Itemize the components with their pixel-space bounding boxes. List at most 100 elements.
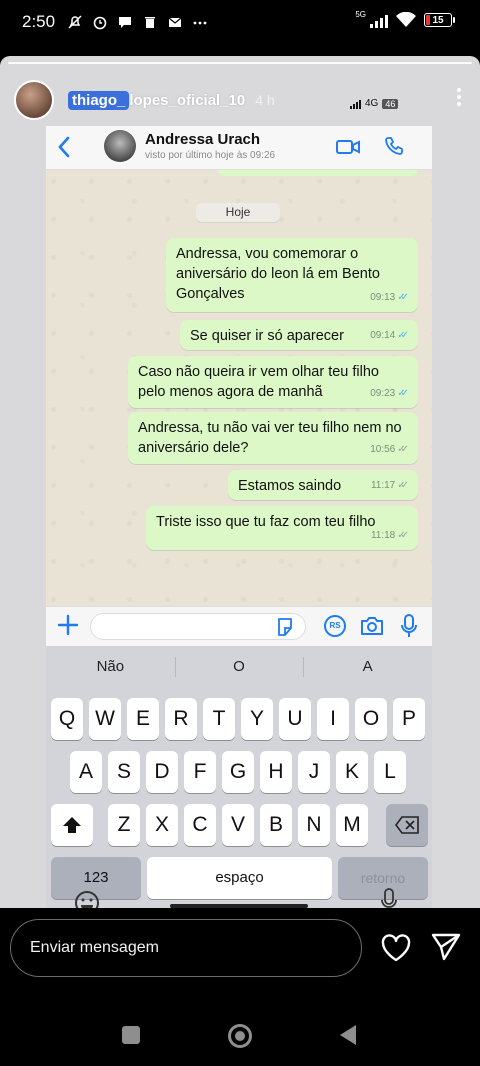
emoji-icon bbox=[75, 891, 99, 908]
key: T bbox=[203, 698, 235, 740]
more-options-icon[interactable] bbox=[456, 88, 462, 106]
phone-call-icon bbox=[385, 137, 403, 155]
send-direct-icon[interactable] bbox=[430, 931, 462, 963]
message-time: 09:14 bbox=[370, 330, 396, 341]
key: U bbox=[279, 698, 311, 740]
delivered-ticks-icon: ✓✓ bbox=[397, 444, 409, 455]
message-meta: 09:14 ✓✓ bbox=[370, 326, 409, 346]
screenshot-status-icons: 4G 46 bbox=[350, 98, 399, 109]
message-bubble: Andressa, vou comemorar o aniversário do… bbox=[166, 238, 418, 312]
suggestion-item: A bbox=[303, 646, 432, 688]
status-bar: 2:50 5G 15 bbox=[0, 0, 480, 44]
delivered-ticks-icon: ✓✓ bbox=[397, 480, 409, 491]
key: K bbox=[336, 751, 368, 793]
reply-message-input[interactable]: Enviar mensagem bbox=[10, 919, 362, 977]
key: M bbox=[336, 804, 368, 846]
mail-icon bbox=[168, 17, 182, 27]
message-bubble: Andressa, tu não vai ver teu filho nem n… bbox=[128, 412, 418, 464]
more-notifications-icon bbox=[193, 21, 207, 25]
chat-input-bar: RS bbox=[46, 606, 432, 646]
read-ticks-icon: ✓✓ bbox=[397, 330, 409, 341]
whatsapp-screenshot: Andressa Urach visto por último hoje às … bbox=[46, 126, 432, 908]
mute-icon bbox=[68, 15, 82, 29]
key: X bbox=[146, 804, 178, 846]
message-bubble: Caso não queira ir vem olhar teu filho p… bbox=[128, 356, 418, 408]
message-time: 09:13 bbox=[370, 292, 396, 303]
message-bubble: Triste isso que tu faz com teu filho 11:… bbox=[146, 506, 418, 550]
recents-button[interactable] bbox=[122, 1026, 140, 1044]
message-meta: 11:17 ✓✓ bbox=[371, 476, 409, 496]
message-text: Andressa, vou comemorar o aniversário do… bbox=[176, 246, 380, 302]
message-text: Estamos saindo bbox=[238, 478, 342, 494]
key: Y bbox=[241, 698, 273, 740]
network-type: 5G bbox=[355, 9, 366, 19]
story-frame[interactable]: thiago_ lopes_oficial_10 4 h 4G 46 Andre… bbox=[0, 56, 480, 908]
delete-key bbox=[386, 804, 428, 846]
camera-icon bbox=[361, 617, 383, 635]
message-text: Triste isso que tu faz com teu filho bbox=[156, 514, 376, 530]
like-heart-icon[interactable] bbox=[380, 932, 412, 964]
key: Z bbox=[108, 804, 140, 846]
key: H bbox=[260, 751, 292, 793]
dictation-mic-icon bbox=[381, 888, 397, 908]
message-meta: 10:56 ✓✓ bbox=[370, 440, 409, 460]
message-meta: 09:13 ✓✓ bbox=[370, 288, 409, 308]
key: F bbox=[184, 751, 216, 793]
alarm-icon bbox=[93, 16, 107, 30]
key: N bbox=[298, 804, 330, 846]
key: R bbox=[165, 698, 197, 740]
key: L bbox=[374, 751, 406, 793]
battery-level: 15 bbox=[432, 14, 444, 26]
microphone-icon bbox=[401, 614, 417, 637]
sticker-icon bbox=[278, 618, 292, 636]
message-meta: 11:18 ✓✓ bbox=[371, 526, 409, 546]
inner-signal-icon bbox=[350, 99, 361, 109]
key: J bbox=[298, 751, 330, 793]
home-button[interactable] bbox=[228, 1024, 252, 1048]
message-text: Caso não queira ir vem olhar teu filho p… bbox=[138, 364, 379, 400]
keyboard: Não O A Q W E R T Y U I O P A S D F G H … bbox=[46, 646, 432, 908]
system-icons: 5G 15 bbox=[355, 9, 455, 28]
date-chip: Hoje bbox=[196, 203, 280, 222]
inner-network: 4G bbox=[365, 98, 379, 109]
suggestion-item: Não bbox=[96, 658, 125, 675]
key: O bbox=[355, 698, 387, 740]
story-username[interactable]: lopes_oficial_10 bbox=[129, 92, 245, 109]
trash-icon bbox=[145, 17, 156, 28]
message-time: 10:56 bbox=[370, 444, 396, 455]
key: V bbox=[222, 804, 254, 846]
avatar[interactable] bbox=[14, 80, 54, 120]
key: A bbox=[70, 751, 102, 793]
battery-icon: 15 bbox=[424, 13, 455, 27]
key: G bbox=[222, 751, 254, 793]
key: I bbox=[317, 698, 349, 740]
rs-payment-icon: RS bbox=[324, 615, 346, 637]
shift-arrow-icon bbox=[63, 817, 81, 833]
story-time-ago: 4 h bbox=[255, 92, 275, 108]
key: C bbox=[184, 804, 216, 846]
video-call-icon bbox=[336, 140, 360, 154]
read-ticks-icon: ✓✓ bbox=[397, 292, 409, 303]
notification-icons bbox=[67, 14, 208, 30]
chat-area: Hoje Andressa, vou comemorar o aniversár… bbox=[46, 170, 432, 606]
previous-message-edge bbox=[218, 170, 418, 176]
message-bubble: Estamos saindo 11:17 ✓✓ bbox=[228, 470, 418, 500]
suggestion-bar: Não O A bbox=[46, 646, 432, 688]
message-meta: 09:23 ✓✓ bbox=[370, 384, 409, 404]
space-key: espaço bbox=[147, 857, 332, 899]
message-text: Andressa, tu não vai ver teu filho nem n… bbox=[138, 420, 402, 456]
message-time: 11:18 bbox=[370, 530, 396, 541]
suggestion-item: O bbox=[174, 646, 304, 688]
inner-battery: 46 bbox=[382, 98, 399, 109]
chat-bubble-icon bbox=[119, 17, 132, 28]
key: E bbox=[127, 698, 159, 740]
story-username-highlight[interactable]: thiago_ bbox=[68, 90, 130, 110]
key: B bbox=[260, 804, 292, 846]
last-seen: visto por último hoje às 09:26 bbox=[145, 150, 276, 161]
reply-placeholder: Enviar mensagem bbox=[30, 939, 159, 956]
read-ticks-icon: ✓✓ bbox=[397, 388, 409, 399]
contact-name: Andressa Urach bbox=[145, 131, 261, 148]
back-button[interactable] bbox=[340, 1025, 356, 1045]
chat-header: Andressa Urach visto por último hoje às … bbox=[46, 126, 432, 170]
message-textbox bbox=[90, 613, 306, 640]
